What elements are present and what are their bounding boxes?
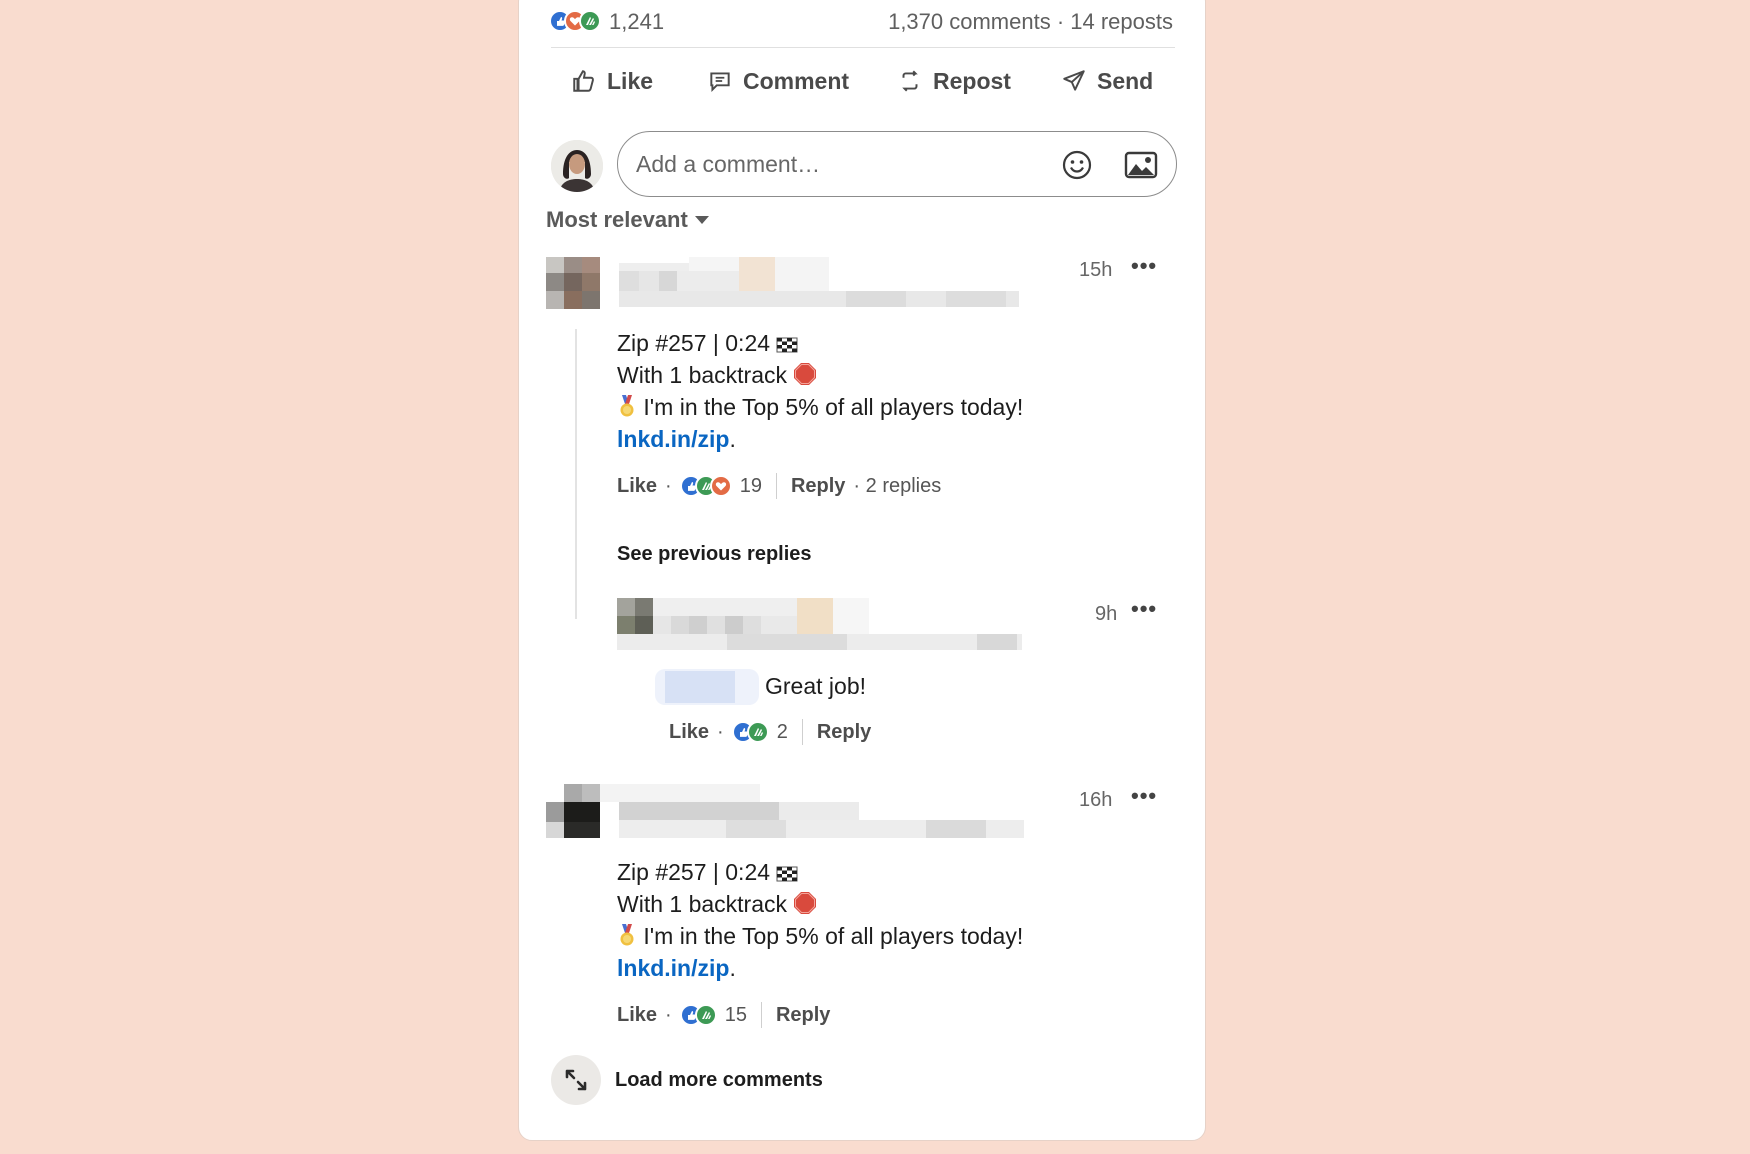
comment-line: I'm in the Top 5% of all players today!	[643, 923, 1024, 949]
like-icon	[573, 70, 594, 92]
love-reaction-icon	[709, 475, 732, 497]
comment-line: I'm in the Top 5% of all players today!	[643, 394, 1024, 420]
separator-dot: ·	[665, 1003, 672, 1026]
more-options-button[interactable]: •••	[1131, 783, 1157, 809]
repost-label: Repost	[933, 67, 1011, 94]
more-options-button[interactable]: •••	[1131, 253, 1157, 279]
sort-label: Most relevant	[546, 207, 688, 232]
thread-line	[575, 329, 577, 619]
comment-time: 16h	[1079, 789, 1113, 811]
mention-pixelated[interactable]	[655, 669, 759, 705]
image-icon[interactable]	[1124, 149, 1158, 181]
comment-author-pixelated[interactable]	[546, 257, 1026, 309]
comment-like-button[interactable]: Like	[617, 1004, 657, 1027]
expand-icon	[551, 1055, 601, 1105]
like-label: Like	[607, 67, 654, 94]
see-previous-replies-button[interactable]: See previous replies	[617, 543, 812, 566]
send-button[interactable]: Send	[1061, 57, 1153, 105]
send-icon	[1063, 70, 1085, 91]
comment-reply-button[interactable]: Reply	[791, 475, 845, 498]
medal-icon	[620, 924, 634, 946]
reply-time: 9h	[1095, 603, 1118, 625]
more-icon: •••	[1131, 596, 1158, 621]
comment-author-pixelated[interactable]	[546, 784, 1026, 840]
repost-icon	[902, 70, 918, 92]
checkered-flag-icon	[776, 337, 798, 353]
separator-dot: ·	[665, 474, 672, 497]
divider	[760, 1002, 762, 1028]
comment-reply-button[interactable]: Reply	[776, 1004, 830, 1027]
comment-icon	[710, 72, 730, 93]
like-button[interactable]: Like	[571, 57, 653, 105]
reply-author-pixelated[interactable]	[617, 598, 1027, 652]
celebrate-reaction-icon	[694, 1004, 717, 1026]
comment-line: With 1 backtrack	[617, 891, 787, 917]
celebrate-reaction-icon	[746, 721, 769, 743]
send-label: Send	[1097, 67, 1154, 94]
caret-down-icon	[694, 216, 709, 224]
divider	[801, 719, 803, 745]
comment-label: Comment	[743, 67, 850, 94]
more-icon: •••	[1131, 783, 1158, 808]
comment-like-button[interactable]: Like	[617, 475, 657, 498]
link-suffix: .	[729, 426, 736, 452]
reply-reply-button[interactable]: Reply	[817, 721, 871, 744]
reactions-count[interactable]: 1,241	[609, 9, 664, 35]
load-more-label: Load more comments	[615, 1068, 823, 1091]
link-suffix: .	[729, 955, 736, 981]
reply-text: Great job!	[765, 673, 866, 699]
my-avatar[interactable]	[551, 140, 603, 192]
reply-reaction-count[interactable]: 2	[777, 721, 788, 744]
sort-dropdown[interactable]: Most relevant	[546, 207, 710, 233]
divider	[551, 47, 1175, 48]
comment-link[interactable]: lnkd.in/zip	[617, 426, 729, 452]
comment-reactions[interactable]	[679, 475, 732, 497]
repost-button[interactable]: Repost	[897, 57, 1011, 105]
comment-line: Zip #257 | 0:24	[617, 330, 771, 356]
comment-body: Zip #257 | 0:24 With 1 backtrack I'm in …	[617, 327, 1023, 455]
comment-actions: Like · 15 Reply	[617, 1002, 830, 1028]
post-card: 1,241 1,370 comments · 14 reposts Like C…	[518, 0, 1206, 1141]
reply-more-options-button[interactable]: •••	[1131, 596, 1157, 622]
comment-button[interactable]: Comment	[707, 57, 849, 105]
more-icon: •••	[1131, 253, 1158, 278]
comment-link[interactable]: lnkd.in/zip	[617, 955, 729, 981]
reply-like-button[interactable]: Like	[669, 721, 709, 744]
reactions-summary[interactable]	[549, 10, 601, 32]
comment-reaction-count[interactable]: 19	[740, 475, 762, 498]
load-more-comments-button[interactable]: Load more comments	[551, 1055, 823, 1105]
celebrate-reaction-icon	[579, 10, 601, 32]
comment-reactions[interactable]	[679, 1004, 717, 1026]
comment-actions: Like · 19 Reply · 2 replies	[617, 473, 941, 499]
comment-composer[interactable]	[617, 131, 1177, 197]
divider	[775, 473, 777, 499]
stop-sign-icon	[794, 892, 817, 914]
comments-reposts-count[interactable]: 1,370 comments · 14 reposts	[888, 9, 1173, 35]
separator-dot: ·	[717, 720, 724, 743]
stop-sign-icon	[794, 363, 817, 385]
replies-count[interactable]: · 2 replies	[853, 475, 941, 498]
comment-time: 15h	[1079, 259, 1113, 281]
checkered-flag-icon	[776, 866, 798, 882]
medal-icon	[620, 395, 634, 417]
comment-line: Zip #257 | 0:24	[617, 859, 771, 885]
reply-reactions[interactable]	[731, 721, 769, 743]
comment-reaction-count[interactable]: 15	[725, 1004, 747, 1027]
comment-line: With 1 backtrack	[617, 362, 787, 388]
reply-actions: Like · 2 Reply	[669, 719, 871, 745]
emoji-icon[interactable]	[1061, 149, 1093, 181]
comment-body: Zip #257 | 0:24 With 1 backtrack I'm in …	[617, 856, 1023, 984]
comment-input[interactable]	[634, 132, 1038, 197]
